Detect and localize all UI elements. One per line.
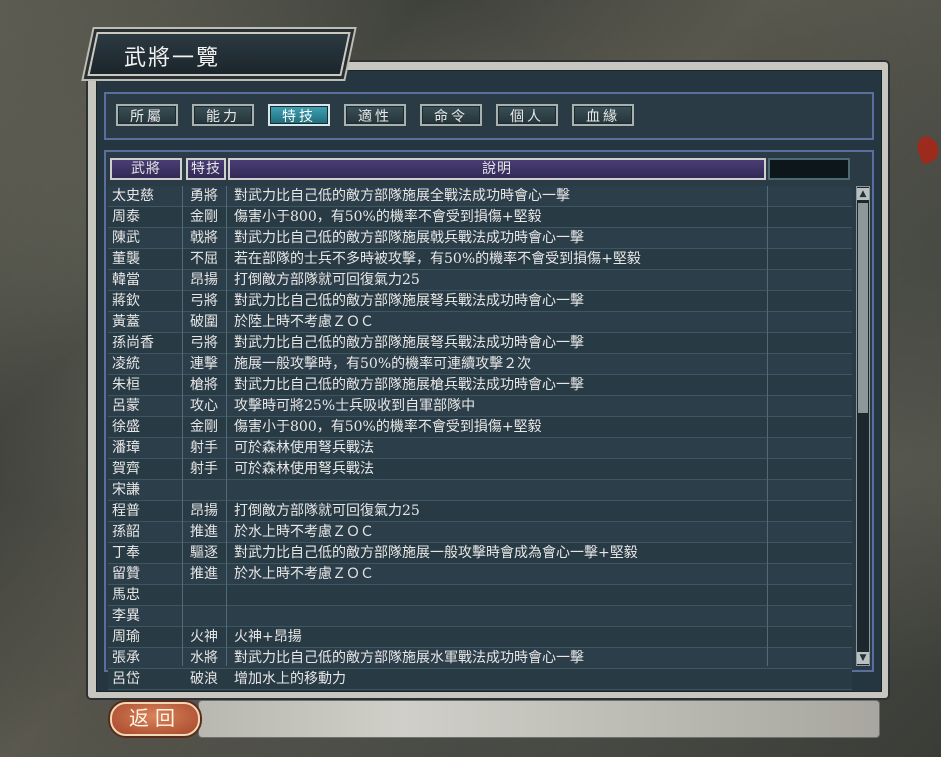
officer-name-cell: 周瑜: [112, 629, 140, 645]
description-cell: 對武力比自己低的敵方部隊施展槍兵戰法成功時會心一擊: [234, 377, 584, 393]
officer-name-cell: 董襲: [112, 251, 140, 267]
table-row[interactable]: 丁奉 驅逐 對武力比自己低的敵方部隊施展一般攻擊時會成為會心一擊+堅毅: [108, 543, 852, 564]
officer-name-cell: 宋謙: [112, 482, 140, 498]
table-row[interactable]: 呂岱 破浪 增加水上的移動力: [108, 669, 852, 690]
scroll-down-icon[interactable]: ▼: [857, 652, 869, 664]
description-cell: 火神+昂揚: [234, 629, 302, 645]
tab-ability[interactable]: 能力: [192, 104, 254, 126]
scroll-thumb[interactable]: [858, 203, 868, 413]
description-cell: 打倒敵方部隊就可回復氣力25: [234, 272, 420, 288]
description-cell: 傷害小于800，有50%的機率不會受到損傷+堅毅: [234, 209, 542, 225]
description-cell: 對武力比自己低的敵方部隊施展一般攻擊時會成為會心一擊+堅毅: [234, 545, 638, 561]
description-cell: 攻擊時可將25%士兵吸收到自軍部隊中: [234, 398, 476, 414]
description-cell: 對武力比自己低的敵方部隊施展戟兵戰法成功時會心一擊: [234, 230, 584, 246]
table-row[interactable]: 朱桓 槍將 對武力比自己低的敵方部隊施展槍兵戰法成功時會心一擊: [108, 375, 852, 396]
table-row[interactable]: 程普 昂揚 打倒敵方部隊就可回復氣力25: [108, 501, 852, 522]
officer-name-cell: 蔣欽: [112, 293, 140, 309]
officer-name-cell: 賀齊: [112, 461, 140, 477]
description-cell: 於水上時不考慮ＺＯＣ: [234, 566, 374, 582]
officer-name-cell: 黃蓋: [112, 314, 140, 330]
table-row[interactable]: 呂蒙 攻心 攻擊時可將25%士兵吸收到自軍部隊中: [108, 396, 852, 417]
column-divider: [226, 186, 227, 666]
header-description[interactable]: 說明: [228, 158, 766, 180]
description-cell: 打倒敵方部隊就可回復氣力25: [234, 503, 420, 519]
officer-name-cell: 韓當: [112, 272, 140, 288]
page-title: 武將一覽: [124, 46, 221, 71]
table-row[interactable]: 徐盛 金剛 傷害小于800，有50%的機率不會受到損傷+堅毅: [108, 417, 852, 438]
table-row[interactable]: 馬忠: [108, 585, 852, 606]
officer-name-cell: 孫韶: [112, 524, 140, 540]
tab-affiliation[interactable]: 所屬: [116, 104, 178, 126]
officer-name-cell: 呂岱: [112, 671, 140, 687]
table-row[interactable]: 孫韶 推進 於水上時不考慮ＺＯＣ: [108, 522, 852, 543]
officer-name-cell: 留贊: [112, 566, 140, 582]
description-cell: 對武力比自己低的敵方部隊施展全戰法成功時會心一擊: [234, 188, 570, 204]
description-cell: 於水上時不考慮ＺＯＣ: [234, 524, 374, 540]
header-skill[interactable]: 特技: [186, 158, 226, 180]
description-cell: 對武力比自己低的敵方部隊施展弩兵戰法成功時會心一擊: [234, 335, 584, 351]
table-row[interactable]: 張承 水將 對武力比自己低的敵方部隊施展水軍戰法成功時會心一擊: [108, 648, 852, 669]
table-row[interactable]: 陳武 戟將 對武力比自己低的敵方部隊施展戟兵戰法成功時會心一擊: [108, 228, 852, 249]
table-body: 太史慈 勇將 對武力比自己低的敵方部隊施展全戰法成功時會心一擊 周泰 金剛 傷害小于800…: [108, 186, 852, 690]
officer-name-cell: 凌統: [112, 356, 140, 372]
tab-kinship[interactable]: 血緣: [572, 104, 634, 126]
description-cell: 施展一般攻擊時，有50%的機率可連續攻擊２次: [234, 356, 532, 372]
officer-name-cell: 馬忠: [112, 587, 140, 603]
table-row[interactable]: 周瑜 火神 火神+昂揚: [108, 627, 852, 648]
description-cell: 傷害小于800，有50%的機率不會受到損傷+堅毅: [234, 419, 542, 435]
cloud-ornament: [198, 700, 880, 738]
table-row[interactable]: 黃蓋 破圍 於陸上時不考慮ＺＯＣ: [108, 312, 852, 333]
officer-name-cell: 朱桓: [112, 377, 140, 393]
officer-name-cell: 丁奉: [112, 545, 140, 561]
officer-name-cell: 張承: [112, 650, 140, 666]
back-button[interactable]: 返回: [110, 702, 200, 736]
table-row[interactable]: 太史慈 勇將 對武力比自己低的敵方部隊施展全戰法成功時會心一擊: [108, 186, 852, 207]
table-row[interactable]: 賀齊 射手 可於森林使用弩兵戰法: [108, 459, 852, 480]
description-cell: 可於森林使用弩兵戰法: [234, 461, 374, 477]
tab-personal[interactable]: 個人: [496, 104, 558, 126]
description-cell: 增加水上的移動力: [234, 671, 346, 687]
officer-name-cell: 徐盛: [112, 419, 140, 435]
title-banner: 武將一覽: [84, 26, 354, 76]
table-row[interactable]: 李異: [108, 606, 852, 627]
tab-command[interactable]: 命令: [420, 104, 482, 126]
description-cell: 對武力比自己低的敵方部隊施展弩兵戰法成功時會心一擊: [234, 293, 584, 309]
table-row[interactable]: 宋謙: [108, 480, 852, 501]
table-row[interactable]: 董襲 不屈 若在部隊的士兵不多時被攻擊，有50%的機率不會受到損傷+堅毅: [108, 249, 852, 270]
tab-skill[interactable]: 特技: [268, 104, 330, 126]
scroll-up-icon[interactable]: ▲: [857, 188, 869, 200]
tab-aptitude[interactable]: 適性: [344, 104, 406, 126]
officer-name-cell: 呂蒙: [112, 398, 140, 414]
description-cell: 於陸上時不考慮ＺＯＣ: [234, 314, 374, 330]
description-cell: 若在部隊的士兵不多時被攻擊，有50%的機率不會受到損傷+堅毅: [234, 251, 641, 267]
header-officer[interactable]: 武將: [110, 158, 182, 180]
table-row[interactable]: 孫尚香 弓將 對武力比自己低的敵方部隊施展弩兵戰法成功時會心一擊: [108, 333, 852, 354]
officer-name-cell: 孫尚香: [112, 335, 154, 351]
description-cell: 對武力比自己低的敵方部隊施展水軍戰法成功時會心一擊: [234, 650, 584, 666]
scrollbar[interactable]: ▲ ▼: [856, 186, 870, 666]
table-row[interactable]: 韓當 昂揚 打倒敵方部隊就可回復氣力25: [108, 270, 852, 291]
officer-name-cell: 潘璋: [112, 440, 140, 456]
skill-cell: 破浪: [190, 671, 218, 687]
column-divider: [767, 186, 768, 666]
officer-name-cell: 太史慈: [112, 188, 154, 204]
officer-name-cell: 李異: [112, 608, 140, 624]
description-cell: 可於森林使用弩兵戰法: [234, 440, 374, 456]
table-row[interactable]: 周泰 金剛 傷害小于800，有50%的機率不會受到損傷+堅毅: [108, 207, 852, 228]
table-row[interactable]: 潘璋 射手 可於森林使用弩兵戰法: [108, 438, 852, 459]
header-blank: [768, 158, 850, 180]
officer-name-cell: 程普: [112, 503, 140, 519]
officer-name-cell: 周泰: [112, 209, 140, 225]
table-row[interactable]: 凌統 連擊 施展一般攻擊時，有50%的機率可連續攻擊２次: [108, 354, 852, 375]
column-divider: [182, 186, 183, 666]
table-row[interactable]: 留贊 推進 於水上時不考慮ＺＯＣ: [108, 564, 852, 585]
table-row[interactable]: 蔣欽 弓將 對武力比自己低的敵方部隊施展弩兵戰法成功時會心一擊: [108, 291, 852, 312]
officer-name-cell: 陳武: [112, 230, 140, 246]
